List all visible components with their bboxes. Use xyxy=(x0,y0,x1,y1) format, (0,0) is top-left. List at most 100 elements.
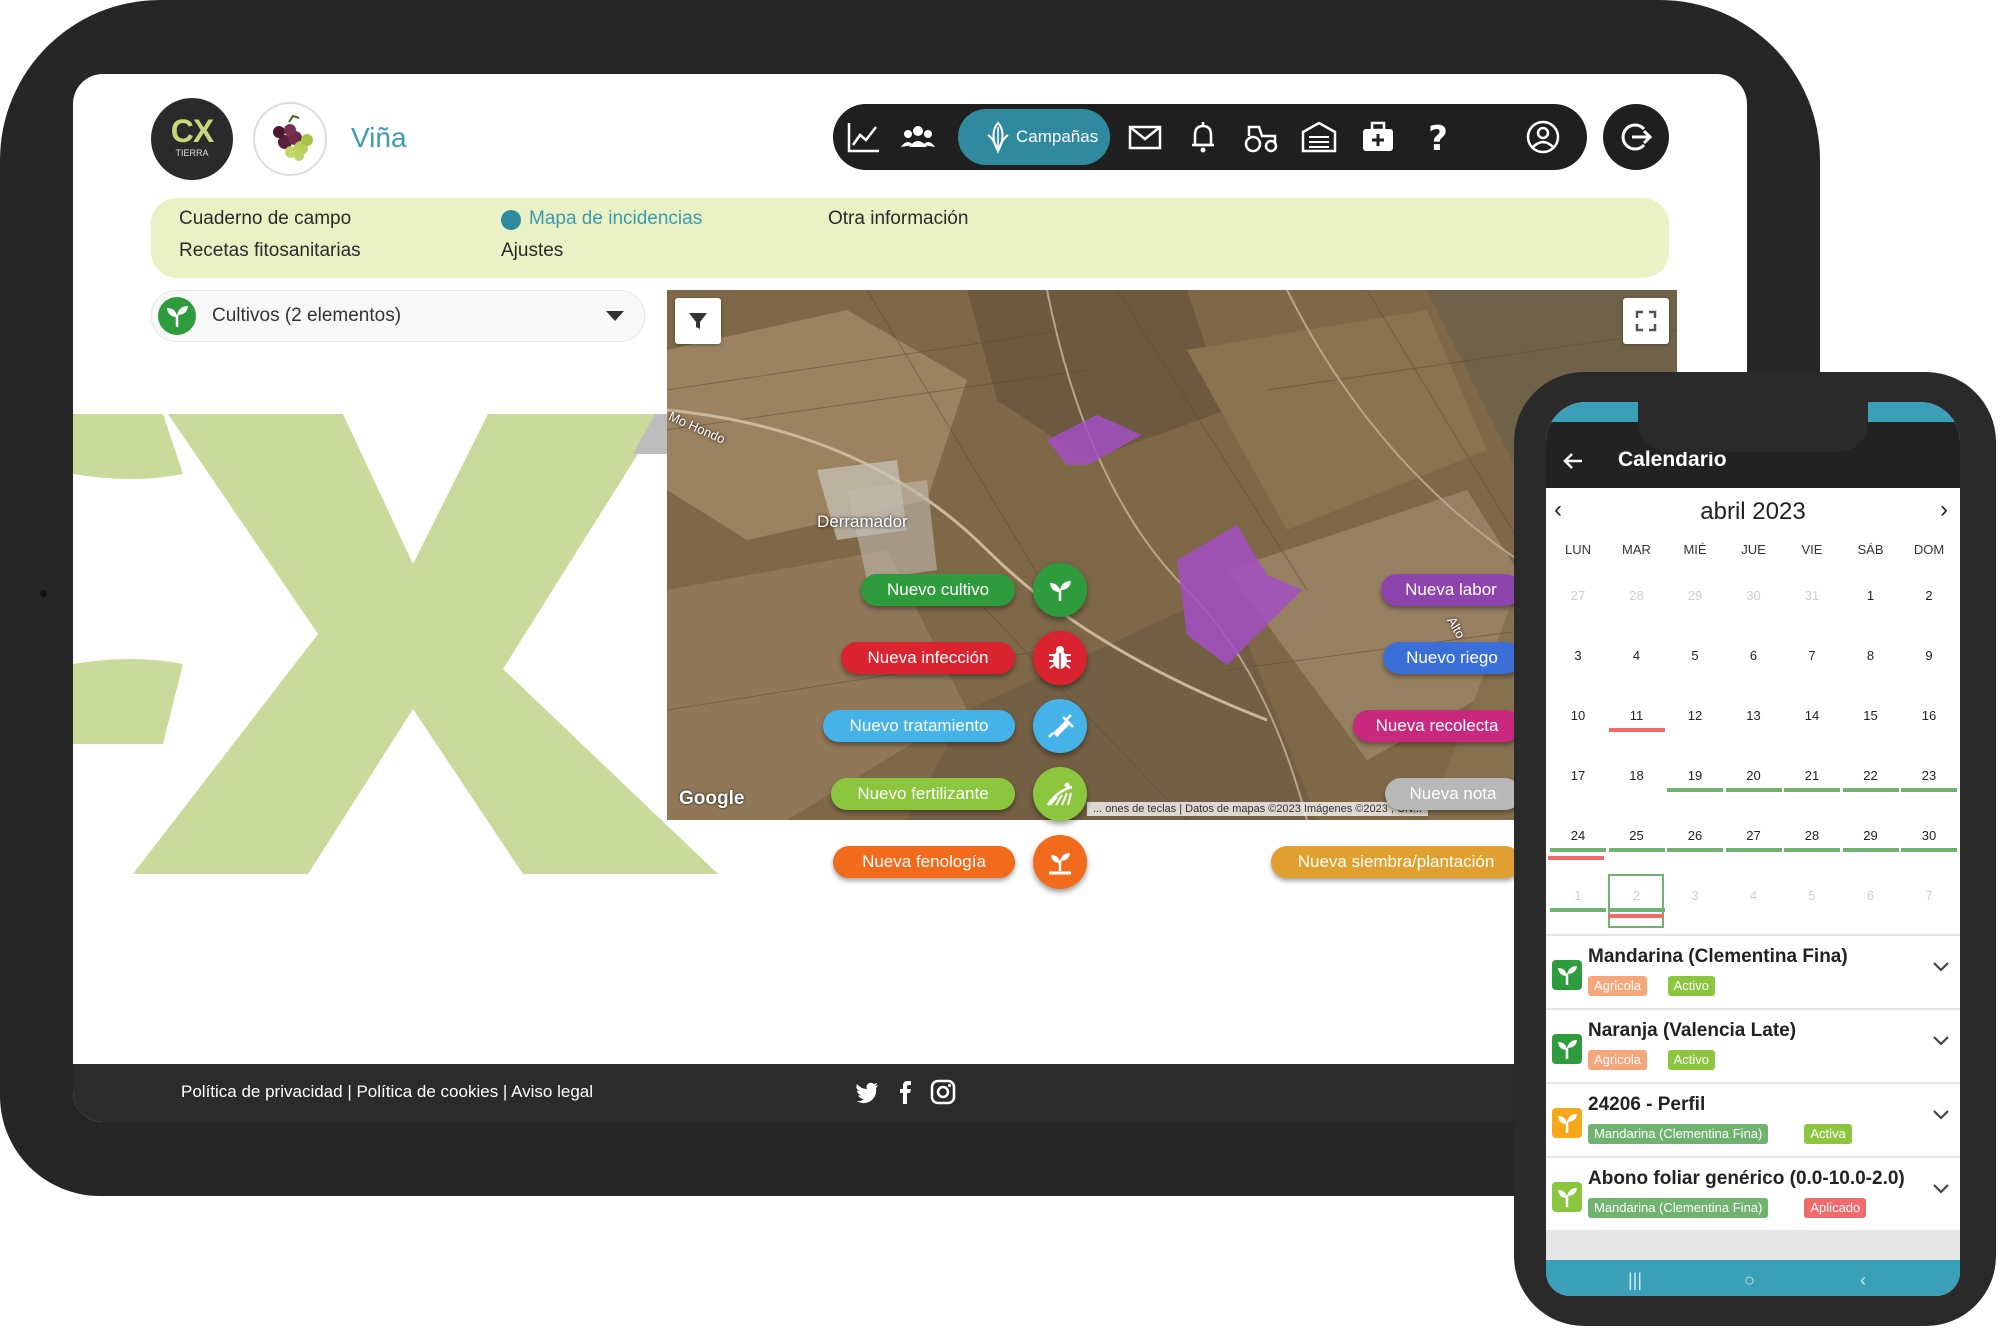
instagram-icon[interactable] xyxy=(929,1078,957,1106)
map-attribution[interactable]: ... ones de teclas | Datos de mapas ©202… xyxy=(1087,802,1429,816)
calendar-day[interactable]: 15 xyxy=(1841,708,1901,723)
calendar-day[interactable]: 2 xyxy=(1899,588,1959,603)
calendar-day[interactable]: 25 xyxy=(1607,828,1667,843)
home-icon[interactable]: ○ xyxy=(1744,1270,1755,1291)
event-title: Mandarina (Clementina Fina) xyxy=(1588,946,1848,967)
twitter-icon[interactable] xyxy=(853,1078,881,1106)
section-subnav: Cuaderno de campo Recetas fitosanitarias… xyxy=(151,198,1669,278)
back-nav-icon[interactable]: ‹ xyxy=(1860,1270,1866,1291)
chart-icon[interactable] xyxy=(843,117,883,157)
calendar-day[interactable]: 3 xyxy=(1665,888,1725,903)
cx-tierra-logo[interactable]: CX TIERRA xyxy=(151,98,233,180)
fullscreen-button[interactable] xyxy=(1623,298,1669,344)
calendar-day[interactable]: 27 xyxy=(1724,828,1784,843)
new-infection-button[interactable] xyxy=(1033,631,1087,685)
calendar-day[interactable]: 16 xyxy=(1899,708,1959,723)
new-fertilizer-button[interactable] xyxy=(1033,767,1087,821)
calendar-day[interactable]: 6 xyxy=(1841,888,1901,903)
chevron-down-icon[interactable] xyxy=(1932,1182,1950,1200)
new-planting-label[interactable]: Nueva siembra/plantación xyxy=(1271,846,1521,878)
calendar-day[interactable]: 27 xyxy=(1548,588,1608,603)
facebook-icon[interactable] xyxy=(891,1078,919,1106)
calendar-day[interactable]: 1 xyxy=(1841,588,1901,603)
chevron-down-icon[interactable] xyxy=(1932,1034,1950,1052)
calendar-event-bar xyxy=(1842,788,1899,792)
calendar-day[interactable]: 20 xyxy=(1724,768,1784,783)
calendar-day[interactable]: 21 xyxy=(1782,768,1842,783)
account-icon[interactable] xyxy=(1523,117,1563,157)
tractor-icon[interactable] xyxy=(1241,117,1281,157)
calendar-day[interactable]: 6 xyxy=(1724,648,1784,663)
calendar-day[interactable]: 12 xyxy=(1665,708,1725,723)
campaigns-nav-button[interactable]: Campañas xyxy=(958,109,1110,165)
new-fertilizer-label[interactable]: Nuevo fertilizante xyxy=(831,778,1015,810)
weekday-label: MAR xyxy=(1622,542,1651,557)
map-filter-button[interactable] xyxy=(675,298,721,344)
calendar-day[interactable]: 5 xyxy=(1782,888,1842,903)
mail-icon[interactable] xyxy=(1125,117,1165,157)
new-phenology-label[interactable]: Nueva fenología xyxy=(833,846,1015,878)
calendar-day[interactable]: 4 xyxy=(1607,648,1667,663)
calendar-day[interactable]: 31 xyxy=(1782,588,1842,603)
back-arrow-icon[interactable] xyxy=(1562,452,1584,470)
event-type-icon xyxy=(1552,1108,1582,1138)
new-treatment-label[interactable]: Nuevo tratamiento xyxy=(823,710,1015,742)
calendar-day[interactable]: 18 xyxy=(1607,768,1667,783)
new-harvest-label[interactable]: Nueva recolecta xyxy=(1353,710,1521,742)
calendar-day[interactable]: 24 xyxy=(1548,828,1608,843)
calendar-day[interactable]: 26 xyxy=(1665,828,1725,843)
subnav-mapa-incidencias[interactable]: Mapa de incidencias xyxy=(501,208,702,230)
calendar-day[interactable]: 30 xyxy=(1899,828,1959,843)
calendar-event-bar xyxy=(1784,788,1840,792)
new-note-label[interactable]: Nueva nota xyxy=(1385,778,1521,810)
subnav-cuaderno[interactable]: Cuaderno de campo xyxy=(179,208,351,230)
calendar-day[interactable]: 3 xyxy=(1548,648,1608,663)
calendar-day[interactable]: 13 xyxy=(1724,708,1784,723)
calendar-day[interactable]: 28 xyxy=(1607,588,1667,603)
calendar-day[interactable]: 4 xyxy=(1724,888,1784,903)
calendar-day[interactable]: 22 xyxy=(1841,768,1901,783)
new-phenology-button[interactable] xyxy=(1033,835,1087,889)
help-icon[interactable]: ? xyxy=(1418,117,1458,159)
event-list-item[interactable]: Mandarina (Clementina Fina) Agricola Activ… xyxy=(1546,934,1960,1008)
calendar-day[interactable]: 11 xyxy=(1607,708,1667,723)
calendar-day[interactable]: 8 xyxy=(1841,648,1901,663)
new-irrigation-label[interactable]: Nuevo riego xyxy=(1383,642,1521,674)
calendar-day[interactable]: 7 xyxy=(1899,888,1959,903)
next-month-icon[interactable]: › xyxy=(1940,496,1948,524)
medkit-icon[interactable] xyxy=(1358,117,1398,157)
new-infection-label[interactable]: Nueva infección xyxy=(841,642,1015,674)
new-treatment-button[interactable] xyxy=(1033,699,1087,753)
subnav-otra-informacion[interactable]: Otra información xyxy=(828,208,968,230)
warehouse-icon[interactable] xyxy=(1299,117,1339,157)
subnav-ajustes[interactable]: Ajustes xyxy=(501,240,563,262)
calendar-day[interactable]: 29 xyxy=(1665,588,1725,603)
calendar-day[interactable]: 1 xyxy=(1548,888,1608,903)
chevron-down-icon[interactable] xyxy=(1932,1108,1950,1126)
new-task-label[interactable]: Nueva labor xyxy=(1381,574,1521,606)
crops-dropdown[interactable]: Cultivos (2 elementos) xyxy=(151,290,645,342)
bell-icon[interactable] xyxy=(1183,117,1223,157)
recents-icon[interactable]: ||| xyxy=(1628,1270,1642,1291)
chevron-down-icon[interactable] xyxy=(1932,960,1950,978)
calendar-day[interactable]: 19 xyxy=(1665,768,1725,783)
logout-button[interactable] xyxy=(1603,104,1669,170)
event-list-item[interactable]: 24206 - Perfil Mandarina (Clementina Fina… xyxy=(1546,1082,1960,1156)
calendar-day[interactable]: 28 xyxy=(1782,828,1842,843)
calendar-day[interactable]: 29 xyxy=(1841,828,1901,843)
event-list-item[interactable]: Naranja (Valencia Late) Agricola Activo xyxy=(1546,1008,1960,1082)
calendar-day[interactable]: 14 xyxy=(1782,708,1842,723)
calendar-day[interactable]: 5 xyxy=(1665,648,1725,663)
calendar-day[interactable]: 17 xyxy=(1548,768,1608,783)
new-crop-label[interactable]: Nuevo cultivo xyxy=(861,574,1015,606)
users-icon[interactable] xyxy=(898,117,938,157)
calendar-day[interactable]: 30 xyxy=(1724,588,1784,603)
new-crop-button[interactable] xyxy=(1033,563,1087,617)
calendar-day[interactable]: 10 xyxy=(1548,708,1608,723)
calendar-day[interactable]: 9 xyxy=(1899,648,1959,663)
footer-legal-links[interactable]: Política de privacidad | Política de coo… xyxy=(181,1082,593,1102)
calendar-day[interactable]: 23 xyxy=(1899,768,1959,783)
subnav-recetas[interactable]: Recetas fitosanitarias xyxy=(179,240,361,262)
event-list-item[interactable]: Abono foliar genérico (0.0-10.0-2.0) Mand… xyxy=(1546,1156,1960,1230)
calendar-day[interactable]: 7 xyxy=(1782,648,1842,663)
